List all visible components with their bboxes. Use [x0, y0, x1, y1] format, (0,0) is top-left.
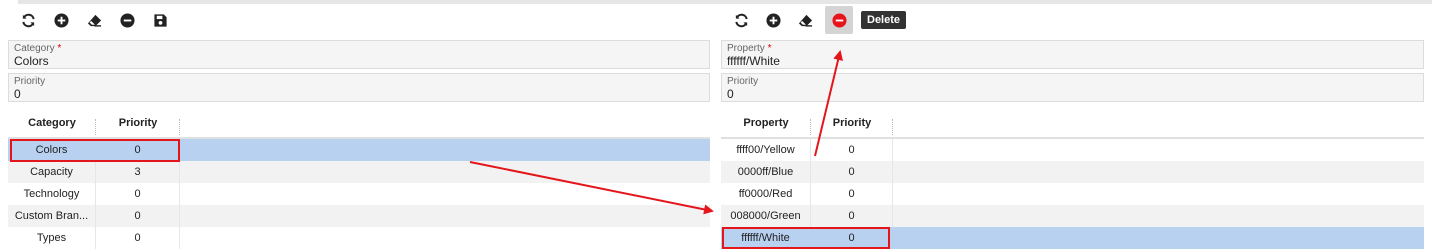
cell-property: 0000ff/Blue [721, 161, 811, 183]
priority-field[interactable]: Priority 0 [8, 73, 710, 102]
column-header-category[interactable]: Category [8, 117, 96, 135]
grid-header: Category Priority [8, 109, 710, 139]
column-header-priority[interactable]: Priority [811, 117, 893, 135]
refresh-button[interactable] [729, 8, 753, 32]
table-row[interactable]: Custom Bran... 0 [8, 205, 710, 227]
category-toolbar [8, 4, 710, 36]
required-marker: * [57, 43, 62, 54]
table-row[interactable]: 0000ff/Blue 0 [721, 161, 1424, 183]
add-button[interactable] [49, 8, 73, 32]
highlight-box-left [10, 139, 180, 162]
refresh-icon [734, 13, 748, 27]
required-marker: * [767, 43, 772, 54]
property-field-value[interactable]: ffffff/White [727, 54, 1418, 68]
priority-field-label: Priority [727, 76, 759, 87]
highlight-box-right [722, 227, 890, 249]
cell-priority: 0 [96, 183, 180, 205]
save-icon [153, 13, 167, 27]
add-icon [765, 12, 781, 28]
cell-category: Types [8, 227, 96, 249]
property-field[interactable]: Property * ffffff/White [721, 40, 1424, 69]
cell-property: ff0000/Red [721, 183, 811, 205]
remove-button[interactable] [115, 8, 139, 32]
save-button[interactable] [148, 8, 172, 32]
add-button[interactable] [761, 8, 785, 32]
category-field[interactable]: Category * Colors [8, 40, 710, 69]
cell-priority: 0 [96, 227, 180, 249]
cell-priority: 0 [811, 183, 893, 205]
table-row[interactable]: ff0000/Red 0 [721, 183, 1424, 205]
table-row[interactable]: 008000/Green 0 [721, 205, 1424, 227]
cell-priority: 0 [811, 139, 893, 161]
eraser-icon [798, 14, 812, 27]
priority-field[interactable]: Priority 0 [721, 73, 1424, 102]
cell-priority: 0 [96, 205, 180, 227]
priority-field-value[interactable]: 0 [14, 87, 704, 101]
grid-header: Property Priority [721, 109, 1424, 139]
cell-priority: 0 [811, 161, 893, 183]
table-row[interactable]: Technology 0 [8, 183, 710, 205]
cell-category: Capacity [8, 161, 96, 183]
add-icon [53, 12, 69, 28]
category-field-label: Category [14, 43, 55, 54]
delete-tooltip: Delete [861, 11, 907, 29]
category-field-value[interactable]: Colors [14, 54, 704, 68]
property-panel: Delete Property * ffffff/White Priority … [721, 4, 1424, 249]
clear-button[interactable] [82, 8, 106, 32]
eraser-icon [87, 14, 101, 27]
priority-field-label: Priority [14, 76, 46, 87]
cell-priority: 0 [811, 205, 893, 227]
cell-category: Technology [8, 183, 96, 205]
priority-field-value[interactable]: 0 [727, 87, 1418, 101]
remove-icon [119, 12, 135, 28]
refresh-button[interactable] [16, 8, 40, 32]
clear-button[interactable] [793, 8, 817, 32]
refresh-icon [21, 13, 35, 27]
cell-category: Custom Bran... [8, 205, 96, 227]
remove-icon [831, 12, 847, 28]
property-toolbar: Delete [721, 4, 1424, 36]
category-panel: Category * Colors Priority 0 Category Pr… [8, 4, 710, 249]
cell-priority: 3 [96, 161, 180, 183]
property-field-label: Property [727, 43, 765, 54]
table-row[interactable]: ffff00/Yellow 0 [721, 139, 1424, 161]
cell-property: ffff00/Yellow [721, 139, 811, 161]
table-row[interactable]: Types 0 [8, 227, 710, 249]
cell-property: 008000/Green [721, 205, 811, 227]
column-header-property[interactable]: Property [721, 117, 811, 135]
table-row[interactable]: Capacity 3 [8, 161, 710, 183]
category-grid: Category Priority Colors 0 Capacity 3 Tech… [8, 109, 710, 249]
column-header-priority[interactable]: Priority [96, 117, 180, 135]
delete-button[interactable] [825, 6, 853, 34]
